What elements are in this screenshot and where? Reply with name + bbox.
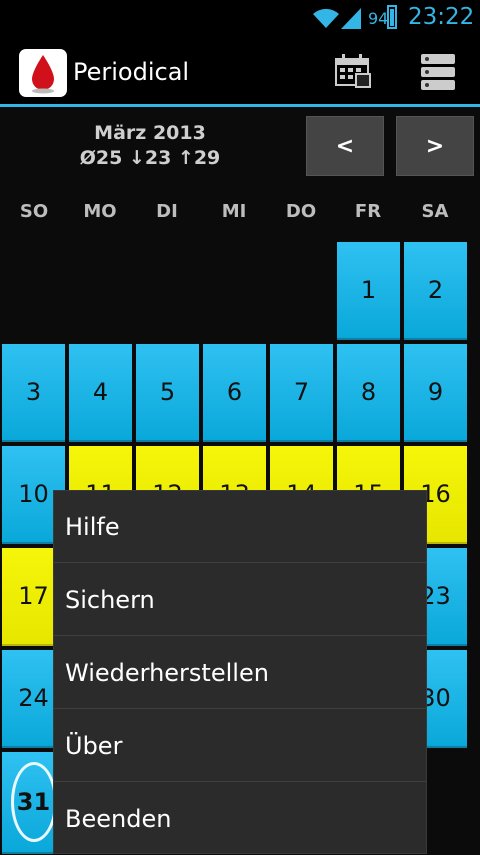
- weekday-do: DO: [285, 201, 317, 222]
- overflow-menu: Hilfe Sichern Wiederherstellen Über Been…: [53, 490, 427, 854]
- next-month-button[interactable]: >: [396, 116, 474, 176]
- calendar-day[interactable]: 8: [337, 344, 400, 442]
- calendar-button[interactable]: [326, 46, 382, 98]
- menu-item-backup[interactable]: Sichern: [54, 564, 426, 636]
- month-label: März 2013: [94, 122, 206, 144]
- battery-percent: 94: [368, 9, 389, 28]
- calendar-day[interactable]: 3: [2, 344, 65, 442]
- prev-month-button[interactable]: <: [306, 116, 384, 176]
- status-time: 23:22: [408, 4, 475, 30]
- action-bar: Periodical: [0, 38, 480, 107]
- status-bar: 94 23:22: [0, 0, 480, 38]
- weekday-mi: MI: [221, 201, 247, 222]
- calendar-day[interactable]: 2: [404, 242, 467, 340]
- today-marker: 31: [10, 762, 57, 842]
- blood-drop-icon: [32, 55, 54, 94]
- calendar-day[interactable]: 1: [337, 242, 400, 340]
- weekday-fr: FR: [354, 201, 382, 222]
- list-icon: [421, 54, 455, 90]
- calendar-day[interactable]: 5: [136, 344, 199, 442]
- calendar-icon: [335, 54, 371, 88]
- calendar-day[interactable]: 9: [404, 344, 467, 442]
- weekday-so: SO: [19, 201, 49, 222]
- weekday-sa: SA: [421, 201, 449, 222]
- menu-item-restore[interactable]: Wiederherstellen: [54, 637, 426, 709]
- calendar-day[interactable]: 4: [69, 344, 132, 442]
- menu-item-about[interactable]: Über: [54, 710, 426, 782]
- wifi-icon: [313, 8, 339, 28]
- signal-icon: [341, 8, 361, 29]
- battery-icon: [387, 5, 397, 29]
- app-logo-icon[interactable]: [19, 49, 67, 97]
- overflow-menu-button[interactable]: [410, 46, 466, 98]
- weekday-mo: MO: [83, 201, 117, 222]
- app-title: Periodical: [73, 58, 190, 86]
- menu-item-exit[interactable]: Beenden: [54, 783, 426, 855]
- calendar-day[interactable]: 6: [203, 344, 266, 442]
- menu-item-help[interactable]: Hilfe: [54, 491, 426, 563]
- weekday-di: DI: [156, 201, 178, 222]
- calendar-day[interactable]: 7: [270, 344, 333, 442]
- cycle-stats: Ø25 ↓23 ↑29: [79, 147, 221, 169]
